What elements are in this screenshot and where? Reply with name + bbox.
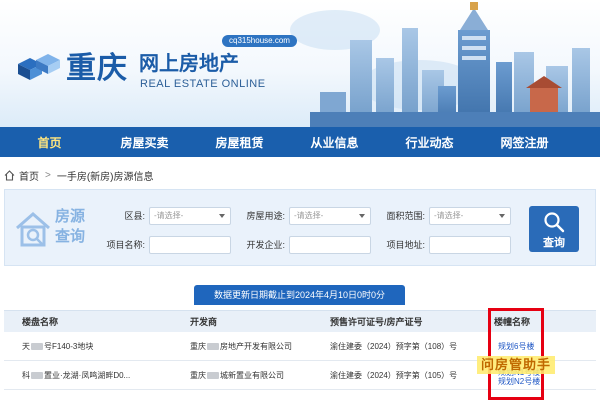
area-select-value: -请选择- (434, 211, 464, 220)
column-header-project: 楼盘名称 (22, 317, 59, 327)
area-label: 面积范围: (386, 211, 425, 221)
nav-item-practitioner-info[interactable]: 从业信息 (287, 134, 382, 151)
site-title-en: REAL ESTATE ONLINE (140, 78, 266, 90)
redacted-text (31, 343, 43, 351)
project-name-input[interactable] (149, 236, 231, 254)
area-select[interactable]: -请选择- (429, 207, 511, 225)
main-nav: 首页 房屋买卖 房屋租赁 从业信息 行业动态 网签注册 (0, 127, 600, 157)
redacted-text (31, 372, 43, 380)
column-header-developer: 开发商 (190, 317, 218, 327)
project-name-cell[interactable]: 科 置业·龙湖·凤鸣湖畔D0... (22, 362, 130, 390)
search-icon (544, 212, 565, 233)
project-address-input[interactable] (429, 236, 511, 254)
developer-prefix: 重庆 (190, 342, 206, 351)
chevron-down-icon (499, 214, 505, 218)
site-title-city: 重庆 (66, 51, 128, 86)
breadcrumb-home[interactable]: 首页 (19, 168, 39, 183)
chevron-down-icon (219, 214, 225, 218)
project-name-cell[interactable]: 天 号F140-3地块 (22, 333, 93, 361)
developer-prefix: 重庆 (190, 371, 206, 380)
developer-cell: 重庆 房地产开发有限公司 (190, 333, 292, 361)
usage-select-value: -请选择- (294, 211, 324, 220)
search-button[interactable]: 查询 (529, 206, 579, 252)
nav-item-home[interactable]: 首页 (2, 134, 97, 151)
highlight-box (488, 308, 544, 400)
site-logo-icon (18, 54, 60, 80)
developer-input[interactable] (289, 236, 371, 254)
district-label: 区县: (124, 211, 145, 221)
breadcrumb-current: 一手房(新房)房源信息 (56, 171, 154, 183)
watermark-label: 问房管助手 (477, 356, 556, 374)
usage-label: 房屋用途: (246, 211, 285, 221)
developer-suffix: 房地产开发有限公司 (220, 342, 292, 351)
breadcrumb: 首页 > 一手房(新房)房源信息 (4, 168, 154, 183)
project-name-label: 项目名称: (106, 240, 145, 250)
developer-label: 开发企业: (246, 240, 285, 250)
search-button-label: 查询 (543, 237, 565, 249)
district-select-value: -请选择- (154, 211, 184, 220)
license-cell: 渝住建委（2024）预字第（105）号 (330, 371, 458, 380)
nav-item-online-sign-register[interactable]: 网签注册 (477, 134, 572, 151)
project-name-prefix: 科 (22, 371, 30, 380)
nav-item-industry-news[interactable]: 行业动态 (382, 134, 477, 151)
usage-select[interactable]: -请选择- (289, 207, 371, 225)
search-panel: 房源 查询 区县: -请选择- 房屋用途: -请选择- 面积范围: -请选择- … (4, 189, 596, 266)
project-address-label: 项目地址: (386, 240, 425, 250)
home-icon (4, 169, 15, 181)
project-name-suffix: 置业·龙湖·凤鸣湖畔D0... (44, 371, 131, 380)
project-name-prefix: 天 (22, 342, 30, 351)
search-logo: 房源 查询 (15, 208, 95, 250)
developer-suffix: 城新置业有限公司 (220, 371, 284, 380)
redacted-text (207, 372, 219, 380)
search-logo-text-1: 房源 (55, 208, 86, 225)
column-header-license: 预售许可证号/房产证号 (330, 317, 423, 327)
search-logo-text-2: 查询 (55, 228, 86, 245)
breadcrumb-separator: > (45, 169, 51, 181)
nav-item-house-rent[interactable]: 房屋租赁 (192, 134, 287, 151)
chevron-down-icon (359, 214, 365, 218)
city-skyline-illustration (310, 2, 600, 127)
project-name-suffix: 号F140-3地块 (44, 342, 94, 351)
site-title-cn: 网上房地产 (139, 53, 239, 75)
update-notice: 数据更新日期截止到2024年4月10日0时0分 (194, 285, 405, 305)
license-cell: 渝住建委（2024）预字第（108）号 (330, 342, 458, 351)
site-url-badge: cq315house.com (222, 35, 297, 47)
district-select[interactable]: -请选择- (149, 207, 231, 225)
house-search-icon (16, 212, 50, 247)
nav-item-house-trade[interactable]: 房屋买卖 (97, 134, 192, 151)
site-header: cq315house.com 重庆 网上房地产 REAL ESTATE ONLI… (0, 0, 600, 127)
developer-cell: 重庆 城新置业有限公司 (190, 362, 284, 390)
redacted-text (207, 343, 219, 351)
